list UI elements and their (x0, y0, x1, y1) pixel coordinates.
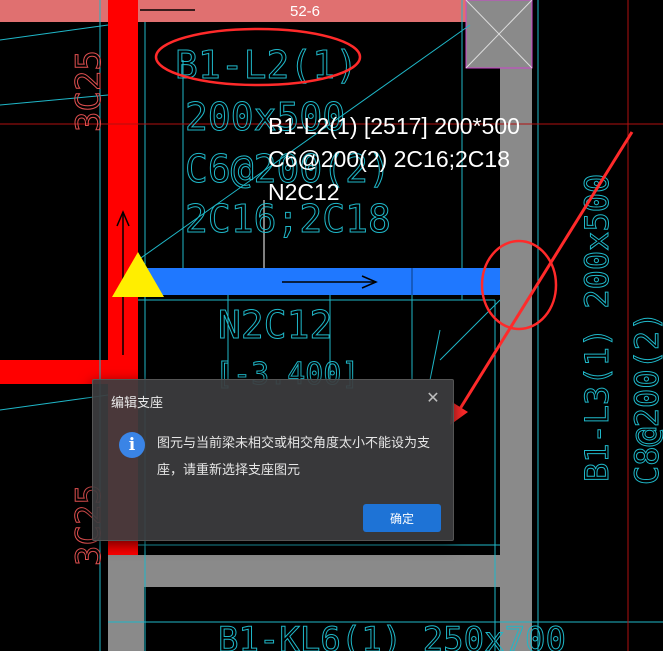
cad-canvas[interactable]: B1-L2(1) 200x500 C6@200(2) 2C16;2C18 N2C… (0, 0, 663, 651)
dialog-title: 编辑支座 (111, 396, 164, 411)
cyan-line (0, 24, 109, 41)
beam-info-line-2: C6@200(2) 2C16;2C18 (268, 146, 510, 172)
cyan-line (439, 299, 501, 361)
beam-info-line-3: N2C12 (268, 179, 340, 205)
bg-text-n2c12: N2C12 (218, 303, 332, 347)
beam-info-line-1: B1-L2(1) [2517] 200*500 (268, 113, 520, 139)
cyan-line (429, 329, 441, 381)
top-beam-strip (0, 0, 470, 22)
ok-button[interactable]: 确定 (363, 504, 441, 532)
info-icon: i (119, 432, 145, 458)
bg-text-l3-stirrup: C8@200(2) (628, 312, 663, 485)
edit-support-dialog: 编辑支座 ✕ i 图元与当前梁未相交或相交角度太小不能设为支座，请重新选择支座图… (92, 379, 454, 541)
axis-label: 52-6 (289, 3, 321, 20)
gray-wall-bottom-left (108, 555, 144, 651)
beam-info-tooltip: B1-L2(1) [2517] 200*500 C6@200(2) 2C16;2… (268, 110, 520, 209)
bg-text-3c25-top: 3C25 (69, 50, 109, 132)
bg-text-kl6: B1-KL6(1) 250x700 (218, 620, 566, 651)
close-icon[interactable]: ✕ (425, 390, 441, 406)
gray-wall-bottom (108, 555, 532, 587)
dialog-message: 图元与当前梁未相交或相交角度太小不能设为支座，请重新选择支座图元 (157, 436, 431, 478)
bg-text-l3-name: B1-L3(1) 200x500 (578, 174, 616, 482)
